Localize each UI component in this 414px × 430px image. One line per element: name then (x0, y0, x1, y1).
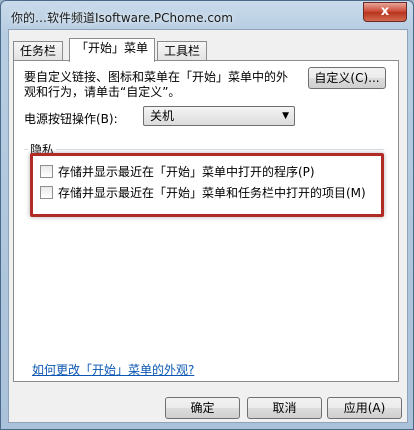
recent-items-checkbox[interactable] (40, 186, 53, 199)
recent-items-option[interactable]: 存储并显示最近在「开始」菜单和任务栏中打开的项目(M) (40, 184, 366, 201)
title-bar[interactable]: 你的…软件频道Isoftware.PChome.com x (7, 2, 407, 29)
recent-programs-label: 存储并显示最近在「开始」菜单中打开的程序(P) (58, 165, 315, 179)
ok-button[interactable]: 确定 (165, 397, 240, 419)
privacy-group-divider (24, 149, 384, 150)
customize-button[interactable]: 自定义(C)... (308, 67, 386, 89)
tab-toolbars[interactable]: 工具栏 (157, 41, 208, 60)
apply-button[interactable]: 应用(A) (327, 397, 402, 419)
recent-programs-option[interactable]: 存储并显示最近在「开始」菜单中打开的程序(P) (40, 163, 315, 180)
recent-programs-checkbox[interactable] (40, 165, 53, 178)
power-button-action-label: 电源按钮操作(B): (24, 112, 118, 126)
taskbar-properties-window: 你的…软件频道Isoftware.PChome.com x 任务栏 「开始」菜单… (0, 0, 414, 430)
recent-items-label: 存储并显示最近在「开始」菜单和任务栏中打开的项目(M) (58, 186, 366, 200)
chevron-down-icon: ▼ (282, 111, 289, 121)
tab-start-menu[interactable]: 「开始」菜单 (69, 38, 156, 62)
cancel-button[interactable]: 取消 (247, 397, 322, 419)
power-button-action-value: 关机 (150, 109, 175, 123)
dialog-client-area: 任务栏 「开始」菜单 工具栏 要自定义链接、图标和菜单在「开始」菜单中的外观和行… (8, 29, 408, 423)
customize-description: 要自定义链接、图标和菜单在「开始」菜单中的外观和行为，请单击“自定义”。 (24, 70, 289, 99)
help-link[interactable]: 如何更改「开始」菜单的外观? (32, 361, 194, 378)
power-button-action-select[interactable]: 关机 ▼ (143, 106, 295, 126)
close-button[interactable]: x (363, 2, 407, 22)
window-title: 你的…软件频道Isoftware.PChome.com (11, 11, 233, 25)
start-menu-panel: 要自定义链接、图标和菜单在「开始」菜单中的外观和行为，请单击“自定义”。 自定义… (13, 60, 399, 382)
tab-taskbar[interactable]: 任务栏 (13, 41, 64, 60)
